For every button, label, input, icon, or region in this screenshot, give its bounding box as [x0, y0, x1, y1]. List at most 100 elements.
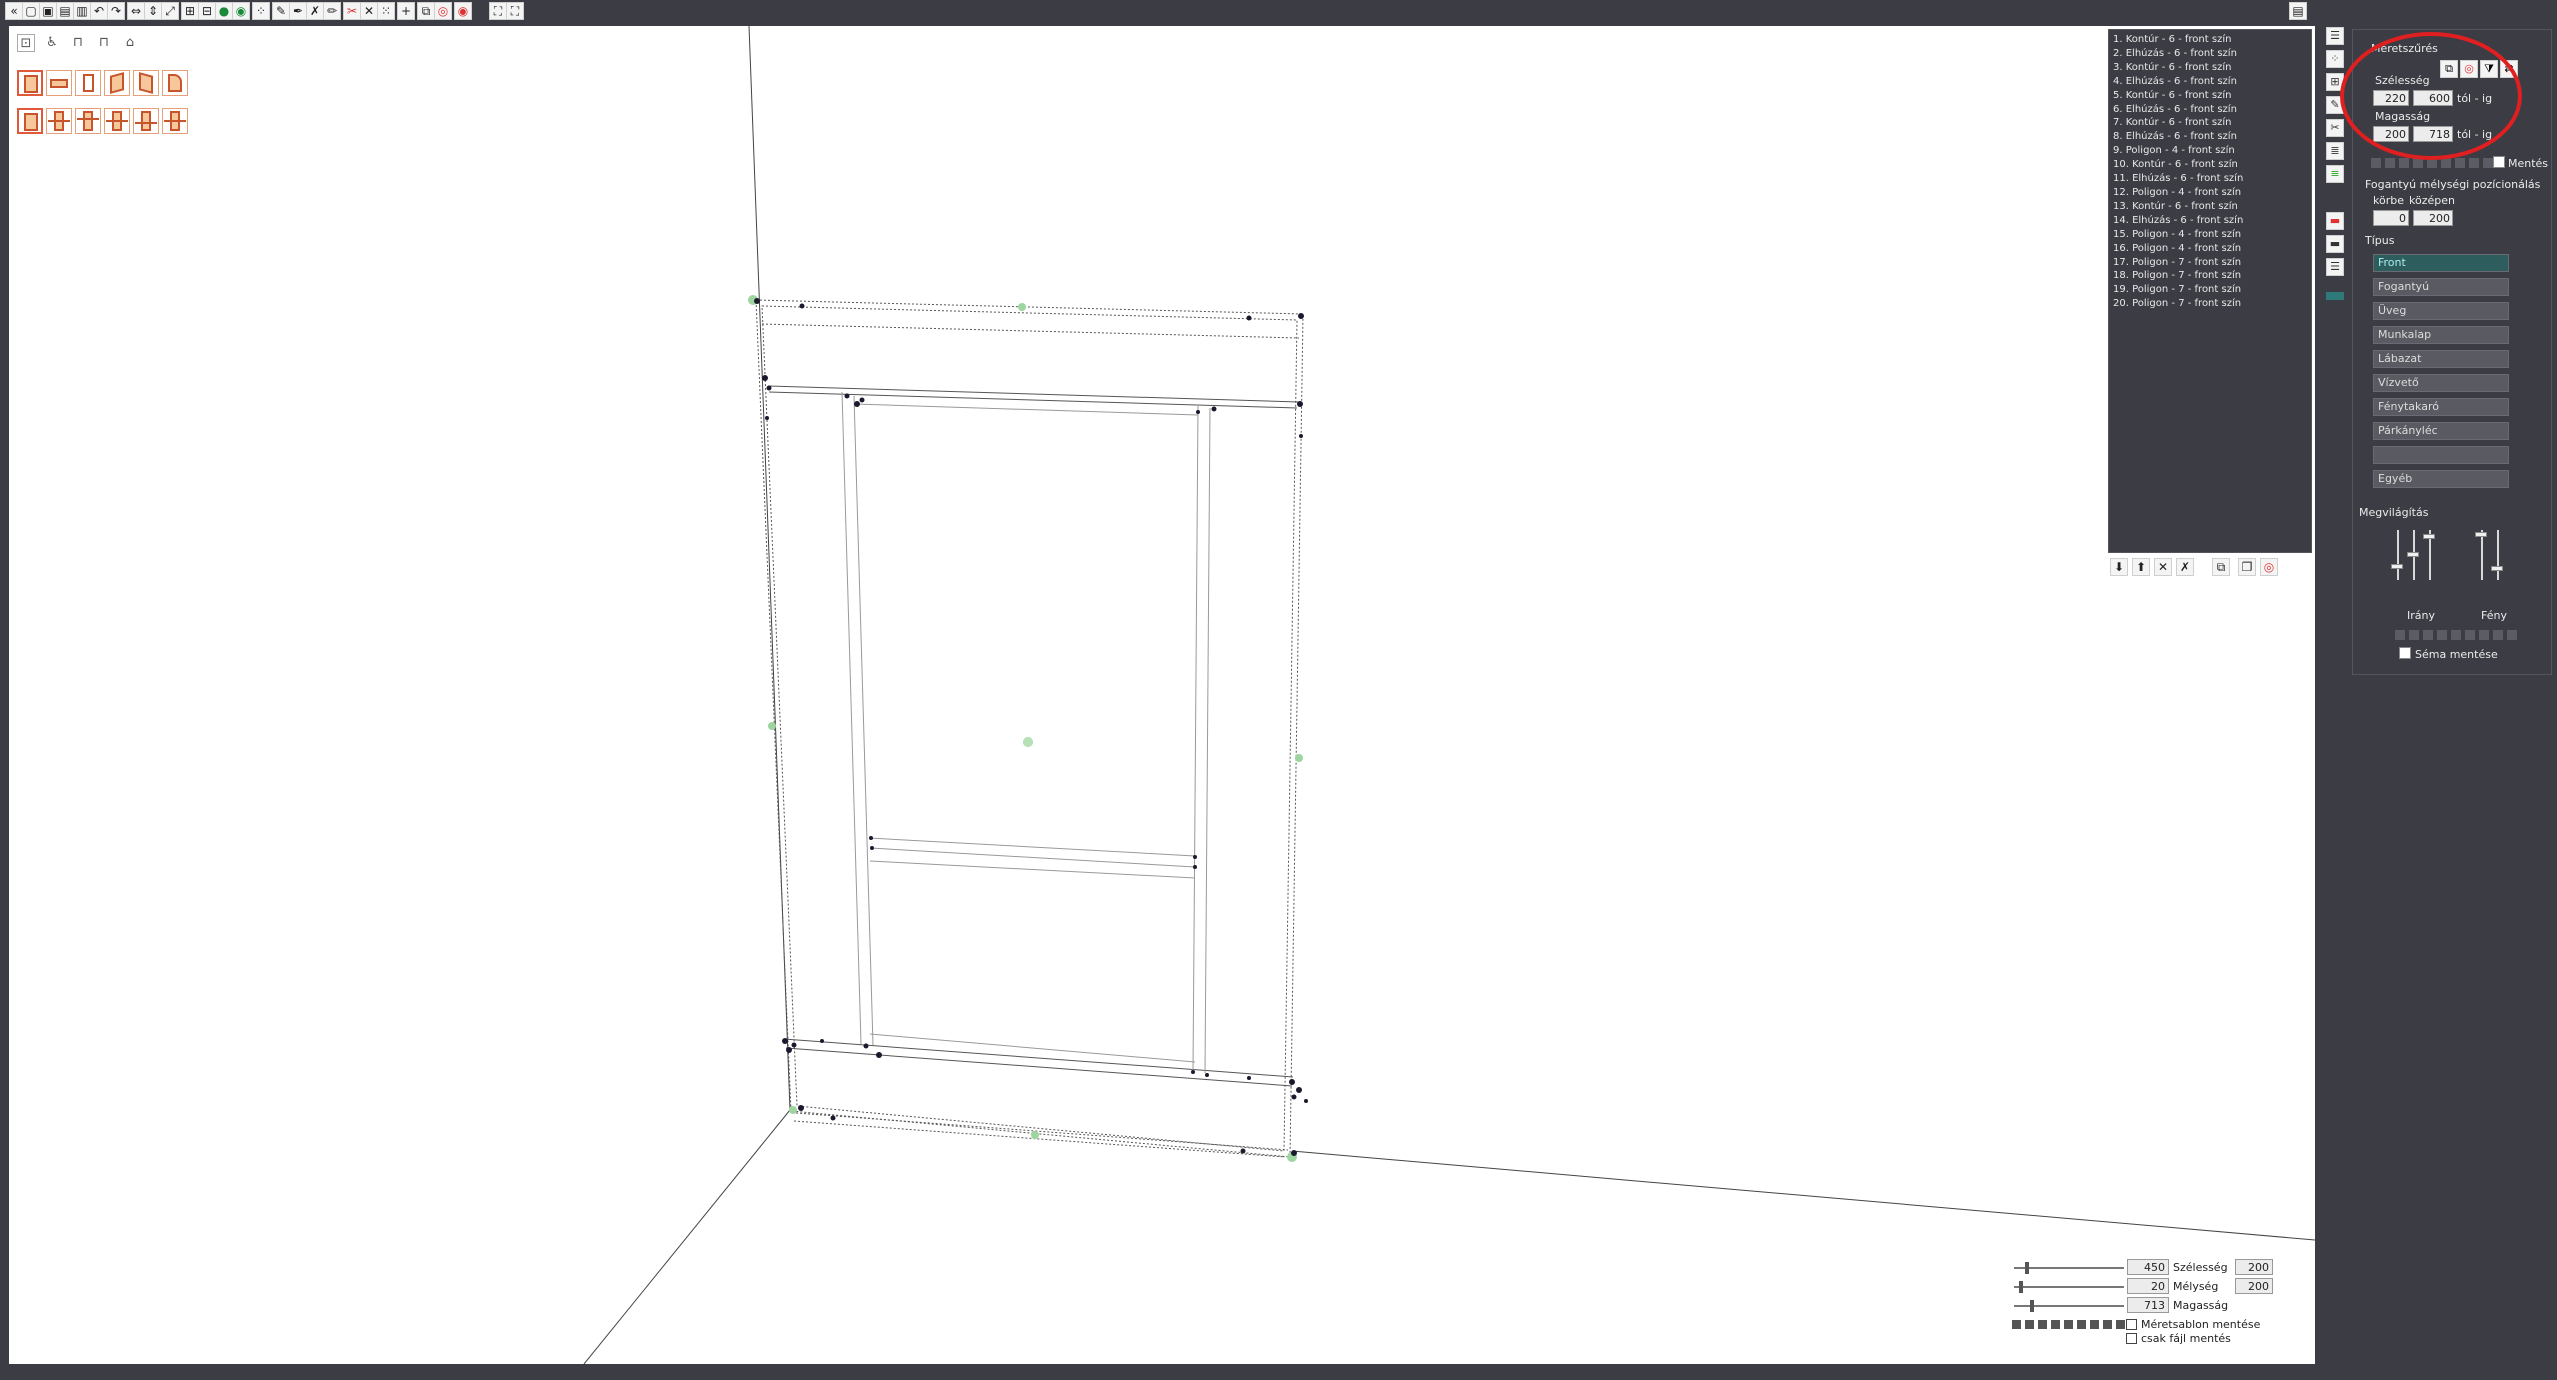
light-preset-square[interactable]	[2395, 630, 2405, 640]
light-slider-1-knob[interactable]	[2475, 532, 2487, 537]
light-slider-2-knob[interactable]	[2491, 566, 2503, 571]
front-wide-shape-icon[interactable]	[46, 70, 72, 96]
type-button-üveg[interactable]: Üveg	[2373, 302, 2509, 320]
width-slider-track[interactable]	[2014, 1267, 2124, 1269]
type-button-lábazat[interactable]: Lábazat	[2373, 350, 2509, 368]
grid-points-icon[interactable]: ⁙	[377, 2, 395, 20]
depth-slider-track[interactable]	[2014, 1286, 2124, 1288]
save-as-icon[interactable]: ▥	[73, 2, 91, 20]
element-list-item[interactable]: 17. Poligon - 7 - front szín	[2113, 256, 2307, 270]
copy-icon[interactable]: ⧉	[417, 2, 435, 20]
element-list-item[interactable]: 14. Elhúzás - 6 - front szín	[2113, 214, 2307, 228]
move-down-icon[interactable]: ⬇	[2110, 558, 2128, 576]
bin-icon[interactable]: ⌂	[121, 34, 139, 52]
front-corner-shape-icon[interactable]	[162, 70, 188, 96]
split-5-icon[interactable]	[162, 108, 188, 134]
element-list-item[interactable]: 3. Kontúr - 6 - front szín	[2113, 61, 2307, 75]
element-list-item[interactable]: 16. Poligon - 4 - front szín	[2113, 242, 2307, 256]
filter-preset-square[interactable]	[2399, 158, 2409, 168]
points-icon[interactable]: ⁘	[252, 2, 270, 20]
filter-preset-square[interactable]	[2441, 158, 2451, 168]
front-tall-shape-icon[interactable]	[17, 70, 43, 96]
door-view-icon[interactable]: ⊡	[17, 34, 35, 52]
dimension-preset-square[interactable]	[2038, 1320, 2047, 1329]
around-input[interactable]	[2373, 210, 2409, 226]
element-list-item[interactable]: 18. Poligon - 7 - front szín	[2113, 269, 2307, 283]
direction-slider-1-knob[interactable]	[2391, 564, 2403, 569]
dimension-preset-square[interactable]	[2103, 1320, 2112, 1329]
light-preset-square[interactable]	[2451, 630, 2461, 640]
type-button-párkányléc[interactable]: Párkányléc	[2373, 422, 2509, 440]
move-up-icon[interactable]: ⬆	[2132, 558, 2150, 576]
redo-icon[interactable]: ↷	[107, 2, 125, 20]
element-list-item[interactable]: 2. Elhúzás - 6 - front szín	[2113, 47, 2307, 61]
element-list-item[interactable]: 1. Kontúr - 6 - front szín	[2113, 33, 2307, 47]
element-list-item[interactable]: 5. Kontúr - 6 - front szín	[2113, 89, 2307, 103]
width-slider-knob[interactable]	[2025, 1262, 2029, 1274]
save-filter-checkbox[interactable]	[2493, 156, 2505, 168]
stretch-horizontal-icon[interactable]: ⇔	[127, 2, 145, 20]
undo-icon[interactable]: ↶	[90, 2, 108, 20]
front-skew-left-shape-icon[interactable]	[104, 70, 130, 96]
dimension-preset-square[interactable]	[2025, 1320, 2034, 1329]
save-template-checkbox[interactable]	[2126, 1319, 2137, 1330]
type-button-fénytakaró[interactable]: Fénytakaró	[2373, 398, 2509, 416]
filter-preset-square[interactable]	[2483, 158, 2493, 168]
split-2-icon[interactable]	[75, 108, 101, 134]
type-button-fogantyú[interactable]: Fogantyú	[2373, 278, 2509, 296]
add-icon[interactable]: +	[397, 2, 415, 20]
target-icon[interactable]: ◎	[2260, 558, 2278, 576]
element-list-item[interactable]: 4. Elhúzás - 6 - front szín	[2113, 75, 2307, 89]
split-none-icon[interactable]	[17, 108, 43, 134]
new-file-icon[interactable]: ▢	[22, 2, 40, 20]
front-narrow-shape-icon[interactable]	[75, 70, 101, 96]
stool-icon[interactable]: ⊓	[95, 34, 113, 52]
stretch-vertical-icon[interactable]: ⇕	[144, 2, 162, 20]
cut-icon[interactable]: ✂	[343, 2, 361, 20]
align-top-icon[interactable]: ☰	[2326, 27, 2344, 45]
type-button-egyéb[interactable]: Egyéb	[2373, 470, 2509, 488]
light-preset-square[interactable]	[2437, 630, 2447, 640]
direction-slider-1-track[interactable]	[2397, 530, 2399, 580]
height-slider-knob[interactable]	[2030, 1300, 2034, 1312]
type-button-vízvető[interactable]: Vízvető	[2373, 374, 2509, 392]
points-icon[interactable]: ⁘	[2326, 50, 2344, 68]
brush-icon[interactable]: ✏	[323, 2, 341, 20]
minus-icon[interactable]: ▬	[2326, 235, 2344, 253]
chair-icon[interactable]: ♿	[43, 34, 61, 52]
filter-preset-square[interactable]	[2371, 158, 2381, 168]
height-value-input[interactable]	[2127, 1297, 2169, 1313]
dimension-preset-square[interactable]	[2077, 1320, 2086, 1329]
point-add-icon[interactable]: ●	[215, 2, 233, 20]
split-3-icon[interactable]	[104, 108, 130, 134]
depth-extra-input[interactable]	[2235, 1278, 2273, 1294]
edit-icon[interactable]: ✎	[272, 2, 290, 20]
direction-slider-2-knob[interactable]	[2407, 552, 2419, 557]
snap-grid-icon[interactable]: ⊞	[181, 2, 199, 20]
front-skew-right-shape-icon[interactable]	[133, 70, 159, 96]
open-icon[interactable]: ▣	[39, 2, 57, 20]
element-list-item[interactable]: 10. Kontúr - 6 - front szín	[2113, 158, 2307, 172]
element-list-item[interactable]: 11. Elhúzás - 6 - front szín	[2113, 172, 2307, 186]
save-scheme-checkbox[interactable]	[2399, 647, 2411, 659]
minus-red-icon[interactable]: ▬	[2326, 212, 2344, 230]
element-list-item[interactable]: 20. Poligon - 7 - front szín	[2113, 297, 2307, 311]
save-icon[interactable]: ▤	[56, 2, 74, 20]
depth-slider-knob[interactable]	[2019, 1281, 2023, 1293]
light-slider-1-track[interactable]	[2481, 530, 2483, 580]
color-bars-icon[interactable]: ≡	[2326, 165, 2344, 183]
split-1-icon[interactable]	[46, 108, 72, 134]
type-button-munkalap[interactable]: Munkalap	[2373, 326, 2509, 344]
cut-tool-icon[interactable]: ✂	[2326, 119, 2344, 137]
dimension-preset-square[interactable]	[2051, 1320, 2060, 1329]
width-extra-input[interactable]	[2235, 1259, 2273, 1275]
snap-edge-icon[interactable]: ⊟	[198, 2, 216, 20]
dimension-preset-square[interactable]	[2064, 1320, 2073, 1329]
layers-icon[interactable]: ⧉	[2212, 558, 2230, 576]
depth-value-input[interactable]	[2127, 1278, 2169, 1294]
file-only-checkbox[interactable]	[2126, 1333, 2137, 1344]
type-button-empty[interactable]	[2373, 446, 2509, 464]
element-list-item[interactable]: 15. Poligon - 4 - front szín	[2113, 228, 2307, 242]
back-icon[interactable]: «	[5, 2, 23, 20]
3d-viewport[interactable]: ⊡ ♿ ⊓ ⊓ ⌂ 450 20 713 Szélesség Mélység M…	[9, 26, 2315, 1364]
